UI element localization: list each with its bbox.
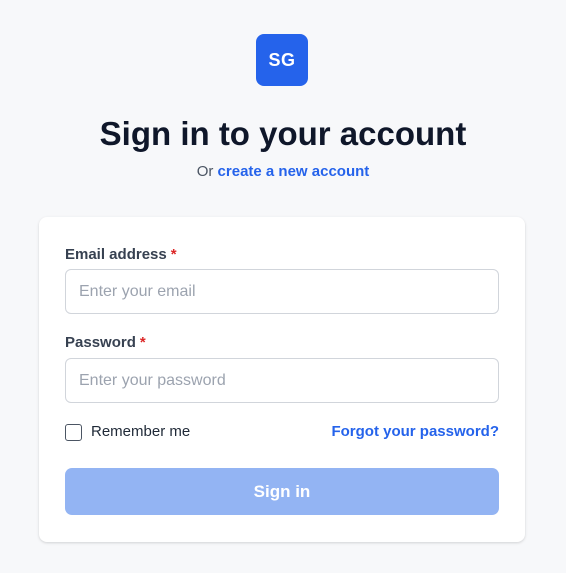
sign-in-button[interactable]: Sign in bbox=[65, 468, 499, 515]
email-label-text: Email address bbox=[65, 246, 167, 263]
subtitle-prefix: Or bbox=[196, 163, 214, 180]
password-label: Password * bbox=[65, 333, 146, 353]
password-required-mark: * bbox=[139, 334, 146, 351]
email-label: Email address * bbox=[65, 245, 177, 265]
subtitle: Or create a new account bbox=[0, 162, 566, 182]
remember-me-label[interactable]: Remember me bbox=[91, 422, 190, 442]
brand-logo-text: SG bbox=[268, 49, 296, 70]
brand-logo: SG bbox=[256, 34, 308, 86]
create-account-link[interactable]: create a new account bbox=[218, 163, 370, 180]
page-title: Sign in to your account bbox=[99, 115, 467, 152]
password-input[interactable] bbox=[65, 358, 499, 403]
signin-card: Email address* Password* Remember me For… bbox=[39, 217, 525, 542]
forgot-password-link[interactable]: Forgot your password? bbox=[331, 422, 499, 442]
remember-me-row: Remember me bbox=[65, 422, 190, 442]
remember-me-checkbox[interactable] bbox=[65, 423, 82, 441]
password-label-text: Password bbox=[65, 334, 136, 351]
email-input[interactable] bbox=[65, 269, 499, 314]
email-required-mark: * bbox=[170, 246, 177, 263]
